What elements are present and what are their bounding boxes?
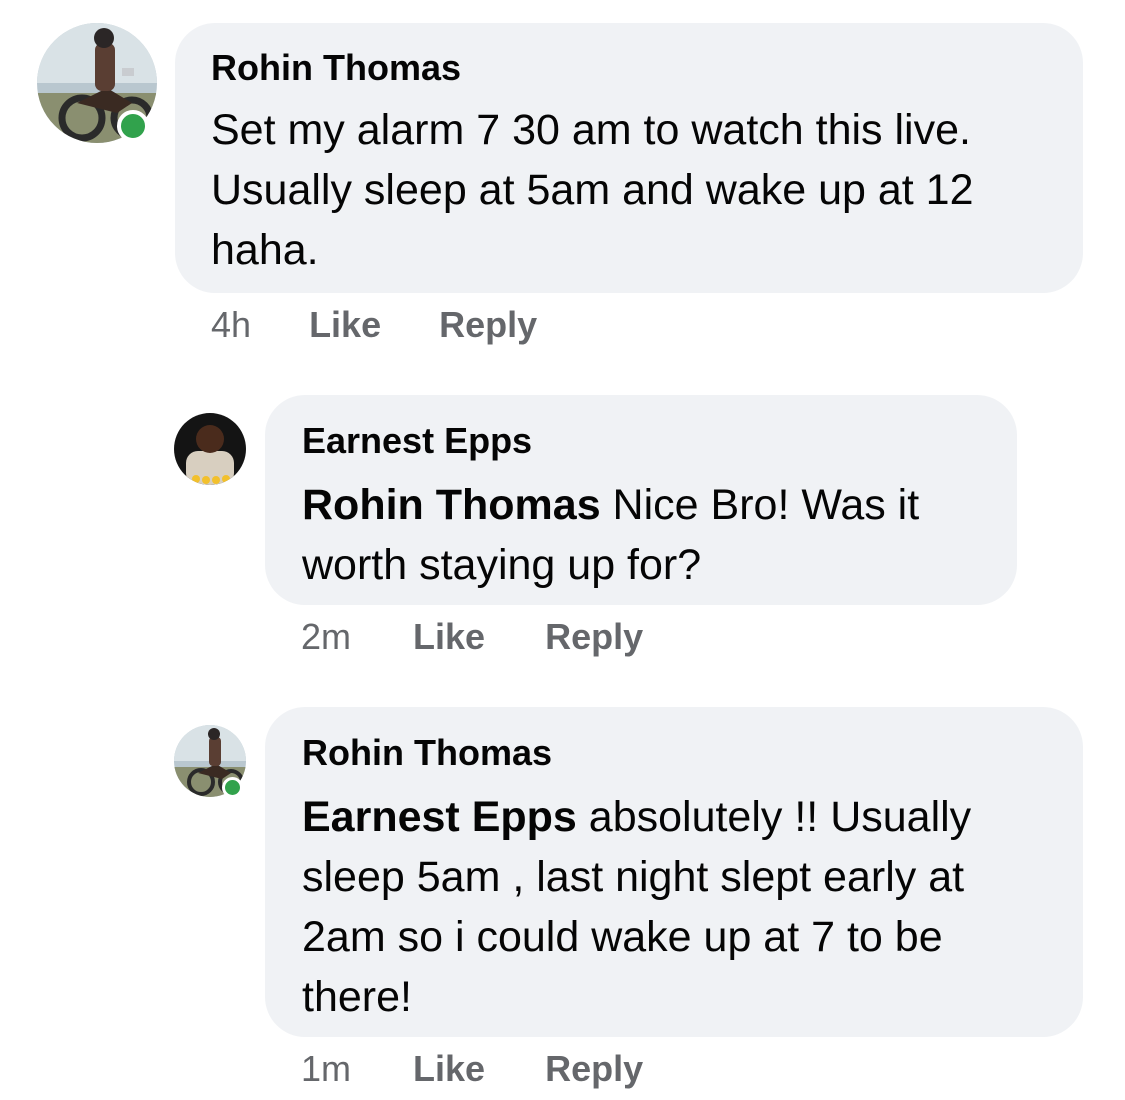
mention-link[interactable]: Earnest Epps — [302, 793, 577, 841]
like-button[interactable]: Like — [413, 617, 485, 657]
comment-bubble[interactable]: Rohin Thomas Set my alarm 7 30 am to wat… — [175, 23, 1083, 293]
reply-button[interactable]: Reply — [545, 617, 643, 657]
reply-comment: Rohin Thomas Earnest Epps absolutely !! … — [0, 700, 1125, 1100]
online-status-indicator — [222, 777, 243, 798]
comment-timestamp: 2m — [301, 616, 352, 657]
reply-comment: Earnest Epps Rohin Thomas Nice Bro! Was … — [0, 380, 1125, 680]
comment: Rohin Thomas Set my alarm 7 30 am to wat… — [0, 0, 1125, 360]
avatar[interactable] — [174, 725, 246, 798]
comment-author[interactable]: Rohin Thomas — [302, 733, 1053, 773]
profile-photo-icon — [174, 413, 246, 485]
online-status-indicator — [117, 110, 149, 142]
like-button[interactable]: Like — [309, 305, 381, 345]
reply-button[interactable]: Reply — [439, 305, 537, 345]
comment-author[interactable]: Rohin Thomas — [211, 48, 1049, 88]
like-button[interactable]: Like — [413, 1049, 485, 1089]
comment-timestamp: 4h — [211, 304, 252, 345]
avatar[interactable] — [174, 413, 246, 485]
comment-text: Earnest Epps absolutely !! Usually sleep… — [302, 787, 1053, 1027]
avatar[interactable] — [37, 23, 157, 143]
comment-actions: 1m Like Reply — [301, 1049, 643, 1089]
comment-actions: 4h Like Reply — [211, 305, 537, 345]
comment-actions: 2m Like Reply — [301, 617, 643, 657]
comment-timestamp: 1m — [301, 1048, 352, 1089]
comment-bubble[interactable]: Earnest Epps Rohin Thomas Nice Bro! Was … — [265, 395, 1017, 605]
comment-text: Rohin Thomas Nice Bro! Was it worth stay… — [302, 475, 987, 595]
comment-bubble[interactable]: Rohin Thomas Earnest Epps absolutely !! … — [265, 707, 1083, 1037]
mention-link[interactable]: Rohin Thomas — [302, 481, 601, 529]
comment-text: Set my alarm 7 30 am to watch this live.… — [211, 106, 974, 274]
reply-button[interactable]: Reply — [545, 1049, 643, 1089]
comment-author[interactable]: Earnest Epps — [302, 421, 987, 461]
